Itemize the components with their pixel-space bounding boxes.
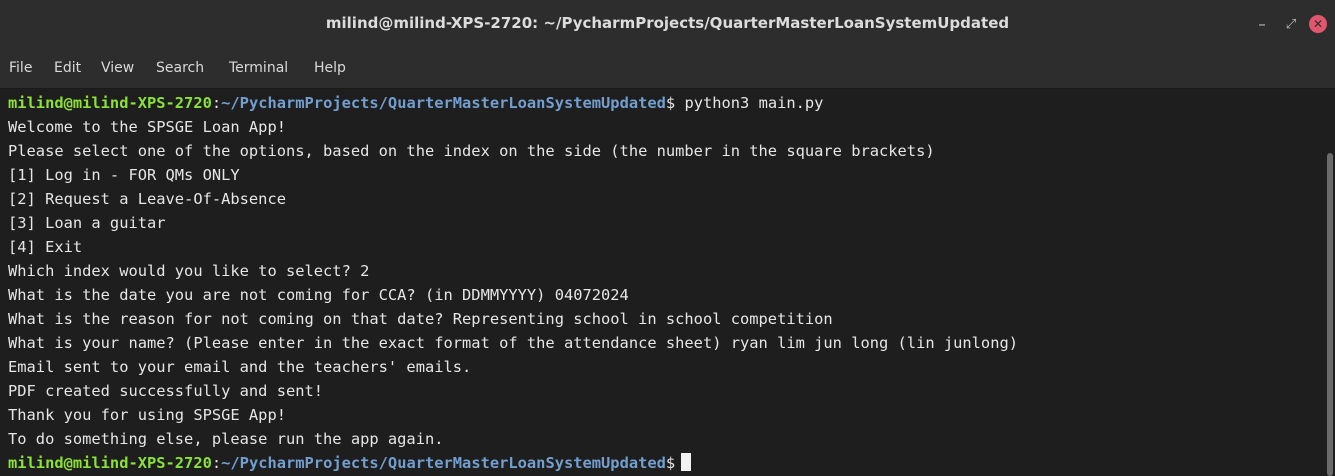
terminal-output[interactable]: milind@milind-XPS-2720:~/PycharmProjects…	[0, 89, 1325, 476]
output-line: [3] Loan a guitar	[8, 214, 166, 232]
output-line: Welcome to the SPSGE Loan App!	[8, 118, 286, 136]
prompt-user-host: milind@milind-XPS-2720	[8, 454, 212, 472]
output-line: [4] Exit	[8, 238, 83, 256]
text-cursor	[681, 453, 692, 471]
output-line: What is the date you are not coming for …	[8, 286, 629, 304]
output-line: Email sent to your email and the teacher…	[8, 358, 472, 376]
current-prompt-line[interactable]: milind@milind-XPS-2720:~/PycharmProjects…	[8, 451, 692, 475]
window-title: milind@milind-XPS-2720: ~/PycharmProject…	[325, 14, 1010, 32]
menu-search[interactable]: Search	[156, 60, 204, 76]
prompt-path: ~/PycharmProjects/QuarterMasterLoanSyste…	[221, 454, 666, 472]
output-line: [1] Log in - FOR QMs ONLY	[8, 166, 240, 184]
output-line: What is the reason for not coming on tha…	[8, 310, 833, 328]
terminal-window: milind@milind-XPS-2720: ~/PycharmProject…	[0, 0, 1335, 476]
output-line: Please select one of the options, based …	[8, 142, 935, 160]
close-button[interactable]: ✕	[1306, 12, 1330, 36]
maximize-icon: ⤢	[1285, 16, 1297, 32]
minimize-icon: –	[1258, 15, 1266, 33]
prompt-line: milind@milind-XPS-2720:~/PycharmProjects…	[8, 91, 823, 115]
minimize-button[interactable]: –	[1250, 12, 1274, 36]
menu-help[interactable]: Help	[314, 60, 346, 76]
output-line: To do something else, please run the app…	[8, 430, 444, 448]
prompt-user-host: milind@milind-XPS-2720	[8, 94, 212, 112]
prompt-path: ~/PycharmProjects/QuarterMasterLoanSyste…	[221, 94, 666, 112]
close-icon: ✕	[1309, 15, 1327, 33]
prompt-command: python3 main.py	[684, 94, 824, 112]
output-line: PDF created successfully and sent!	[8, 382, 324, 400]
menu-view[interactable]: View	[101, 60, 134, 76]
scrollbar-thumb[interactable]	[1327, 153, 1333, 476]
prompt-separator: :	[211, 94, 222, 112]
prompt-dollar: $	[665, 94, 685, 112]
menu-edit[interactable]: Edit	[54, 60, 81, 76]
maximize-button[interactable]: ⤢	[1279, 12, 1303, 36]
prompt-dollar: $	[665, 454, 676, 472]
output-line: Which index would you like to select? 2	[8, 262, 370, 280]
title-bar[interactable]: milind@milind-XPS-2720: ~/PycharmProject…	[0, 0, 1335, 52]
menu-file[interactable]: File	[9, 60, 32, 76]
prompt-separator: :	[211, 454, 222, 472]
output-line: [2] Request a Leave-Of-Absence	[8, 190, 286, 208]
menu-bar: File Edit View Search Terminal Help	[0, 52, 1335, 89]
scrollbar[interactable]	[1325, 89, 1335, 476]
menu-terminal[interactable]: Terminal	[229, 60, 288, 76]
output-line: What is your name? (Please enter in the …	[8, 334, 1018, 352]
output-line: Thank you for using SPSGE App!	[8, 406, 286, 424]
